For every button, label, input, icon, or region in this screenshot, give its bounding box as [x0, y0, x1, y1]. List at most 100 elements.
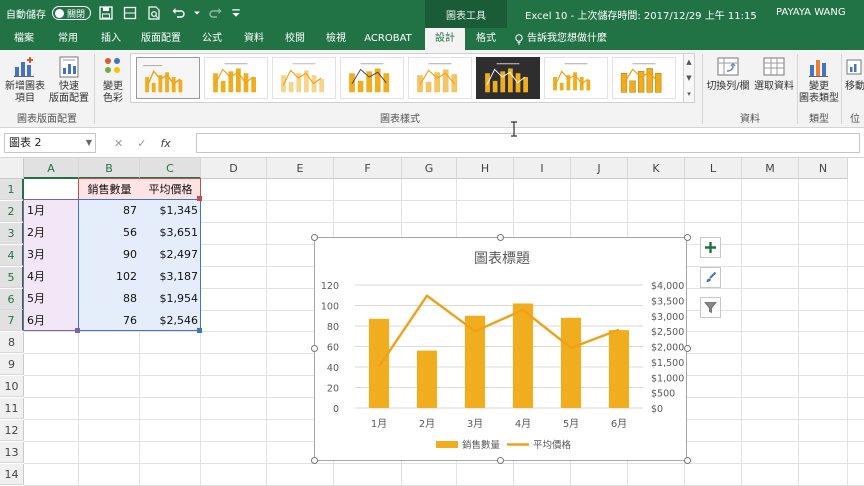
insert-function-icon[interactable]: fx [160, 137, 170, 150]
row-header-10[interactable]: 10 [0, 376, 24, 398]
gallery-scroll[interactable]: ▲ ▼ ▾ [683, 54, 694, 102]
cell-b6[interactable]: 88 [79, 288, 140, 309]
cell-a7[interactable]: 6月 [24, 310, 79, 331]
tab-design[interactable]: 設計 [425, 28, 465, 50]
cell-a5[interactable]: 4月 [24, 266, 79, 287]
cell-b4[interactable]: 90 [79, 244, 140, 265]
tab-view[interactable]: 檢視 [320, 28, 352, 50]
select-all-corner[interactable] [0, 158, 24, 179]
gallery-up-icon[interactable]: ▲ [684, 54, 694, 70]
resize-handle[interactable] [497, 457, 504, 464]
resize-handle[interactable] [684, 457, 691, 464]
row-header-8[interactable]: 8 [0, 332, 24, 354]
column-header-b[interactable]: B [79, 158, 140, 179]
cell-b1[interactable]: 銷售數量 [79, 179, 140, 200]
column-header-h[interactable]: H [457, 158, 514, 179]
undo-dropdown-icon[interactable] [193, 5, 201, 21]
chart-style-8[interactable] [612, 57, 676, 99]
row-header-3[interactable]: 3 [0, 222, 24, 244]
row-header-14[interactable]: 14 [0, 463, 24, 485]
row-header-5[interactable]: 5 [0, 266, 24, 288]
change-colors-button[interactable]: 變更 色彩 [97, 54, 129, 105]
undo-icon[interactable] [169, 5, 187, 21]
cell-b7[interactable]: 76 [79, 310, 140, 331]
resize-handle[interactable] [684, 345, 691, 352]
resize-handle[interactable] [311, 234, 318, 241]
chart-style-2[interactable] [204, 57, 268, 99]
column-header-l[interactable]: L [685, 158, 742, 179]
chart-style-7[interactable] [544, 57, 608, 99]
name-box[interactable]: 圖表 2 ▼ [4, 133, 96, 153]
cell-c5[interactable]: $3,187 [140, 266, 201, 287]
chart-style-4[interactable] [340, 57, 404, 99]
column-header-d[interactable]: D [201, 158, 267, 179]
row-header-13[interactable]: 13 [0, 441, 24, 463]
bar[interactable] [368, 318, 390, 408]
row-header-2[interactable]: 2 [0, 200, 24, 222]
cell-c2[interactable]: $1,345 [140, 200, 201, 221]
customize-toolbar-icon[interactable] [231, 5, 241, 21]
cancel-icon[interactable]: ✕ [114, 137, 123, 150]
column-header-g[interactable]: G [402, 158, 457, 179]
chart-style-3[interactable] [272, 57, 336, 99]
tab-format[interactable]: 格式 [470, 28, 502, 50]
autosave-toggle[interactable]: 關閉 [52, 6, 92, 20]
gallery-down-icon[interactable]: ▼ [684, 70, 694, 86]
line-series[interactable] [378, 294, 620, 368]
print-preview-icon[interactable] [145, 5, 163, 21]
cell-c3[interactable]: $3,651 [140, 222, 201, 243]
tab-data[interactable]: 資料 [238, 28, 270, 50]
switch-row-column-button[interactable]: 切換列/欄 [704, 54, 752, 93]
tab-home[interactable]: 常用 [52, 28, 84, 50]
column-header-i[interactable]: I [514, 158, 571, 179]
gallery-more-icon[interactable]: ▾ [684, 86, 694, 102]
save-icon[interactable] [97, 5, 115, 21]
row-header-1[interactable]: 1 [0, 179, 24, 200]
legend-line-label[interactable]: 平均價格 [533, 439, 572, 451]
chart-filters-button[interactable] [700, 297, 721, 318]
cell-a4[interactable]: 3月 [24, 244, 79, 265]
formula-input[interactable] [196, 133, 860, 153]
tab-page-layout[interactable]: 版面配置 [136, 28, 186, 50]
column-header-k[interactable]: K [628, 158, 685, 179]
row-header-9[interactable]: 9 [0, 354, 24, 376]
column-header-j[interactable]: J [571, 158, 628, 179]
cell-a3[interactable]: 2月 [24, 222, 79, 243]
tab-formulas[interactable]: 公式 [196, 28, 228, 50]
bar[interactable] [608, 330, 630, 408]
column-header-m[interactable]: M [742, 158, 799, 179]
column-header-c[interactable]: C [140, 158, 201, 179]
name-box-dropdown-icon[interactable]: ▼ [86, 134, 92, 152]
cell-a2[interactable]: 1月 [24, 200, 79, 221]
bar[interactable] [512, 303, 534, 408]
chart-style-5[interactable] [408, 57, 472, 99]
resize-handle[interactable] [311, 457, 318, 464]
row-header-11[interactable]: 11 [0, 398, 24, 419]
chart-title[interactable]: 圖表標題 [474, 251, 530, 267]
bar[interactable] [416, 350, 438, 408]
combo-chart[interactable]: 圖表標題 0 20 40 60 80 100 120 $0 $500 $1,000 $1,500 $2… [314, 237, 687, 461]
column-header-e[interactable]: E [267, 158, 334, 179]
resize-handle[interactable] [497, 234, 504, 241]
cell-c4[interactable]: $2,497 [140, 244, 201, 265]
bar[interactable] [464, 315, 486, 408]
cell-a6[interactable]: 5月 [24, 288, 79, 309]
bar[interactable] [560, 317, 582, 408]
cell-c6[interactable]: $1,954 [140, 288, 201, 309]
cell-b2[interactable]: 87 [79, 200, 140, 221]
resize-handle[interactable] [684, 234, 691, 241]
chart-style-6[interactable] [476, 57, 540, 99]
move-chart-button[interactable]: 移動 [843, 54, 864, 93]
tab-file[interactable]: 檔案 [8, 28, 40, 50]
cell-b5[interactable]: 102 [79, 266, 140, 287]
touch-mode-icon[interactable] [121, 5, 139, 21]
row-header-4[interactable]: 4 [0, 244, 24, 266]
cell-b3[interactable]: 56 [79, 222, 140, 243]
quick-layout-button[interactable]: 快速 版面配置 [46, 54, 92, 105]
tell-me-box[interactable]: 告訴我您想做什麼 [514, 28, 607, 50]
column-header-f[interactable]: F [334, 158, 402, 179]
user-name[interactable]: PAYAYA WANG [776, 7, 846, 18]
tab-review[interactable]: 校閱 [279, 28, 311, 50]
legend-bar-label[interactable]: 銷售數量 [462, 439, 501, 451]
redo-icon[interactable] [207, 5, 225, 21]
